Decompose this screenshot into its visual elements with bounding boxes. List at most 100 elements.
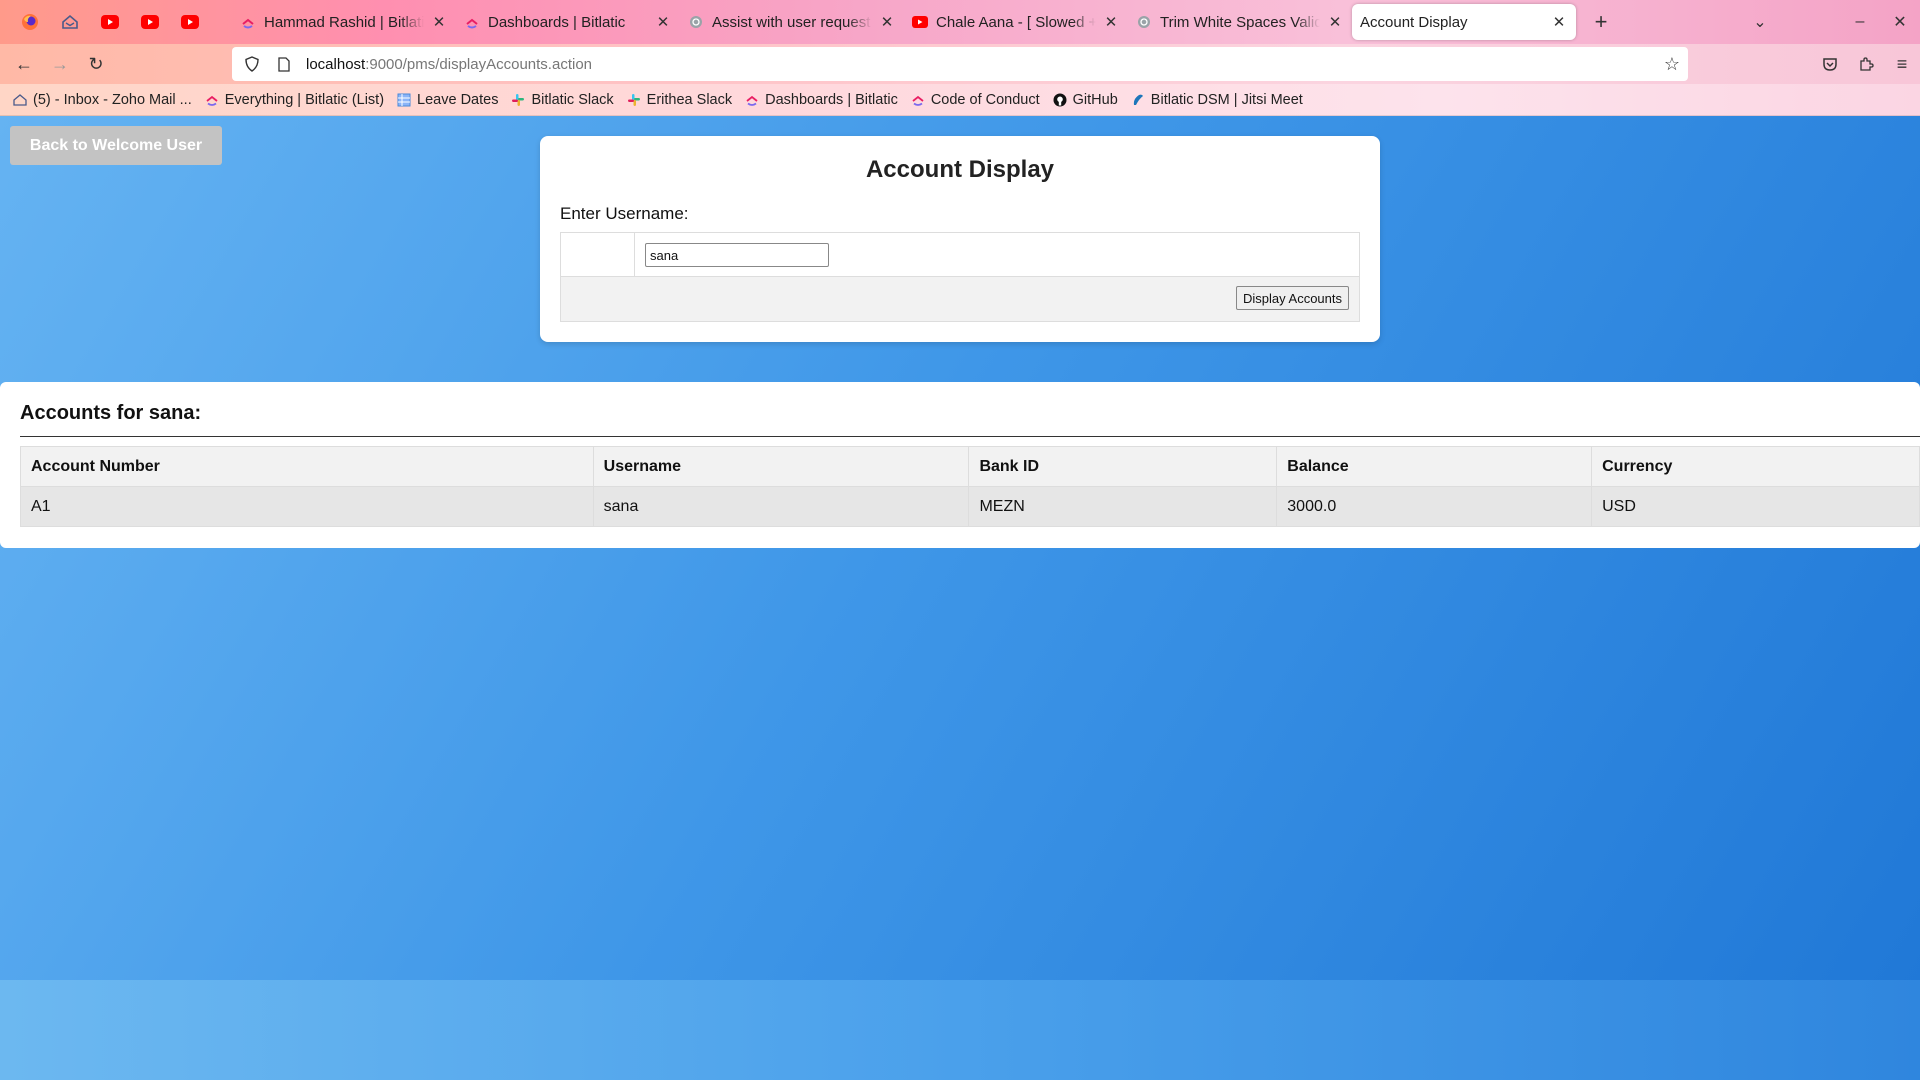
cell-bank-id: MEZN	[968, 486, 1278, 527]
tab-assist-with-user-request[interactable]: Assist with user request ✕	[680, 4, 904, 40]
form-submit-row: Display Accounts	[561, 277, 1359, 321]
column-header-currency: Currency	[1591, 446, 1920, 487]
bookmark-star-icon[interactable]: ☆	[1664, 54, 1680, 75]
close-icon[interactable]: ✕	[654, 13, 672, 31]
column-header-balance: Balance	[1276, 446, 1593, 487]
extensions-puzzle-icon[interactable]	[1848, 46, 1884, 82]
firefox-icon[interactable]	[10, 0, 50, 44]
bookmarks-bar: (5) - Inbox - Zoho Mail ... Everything |…	[0, 84, 1920, 116]
cell-currency: USD	[1591, 486, 1920, 527]
youtube-icon[interactable]	[90, 0, 130, 44]
github-icon	[1052, 92, 1068, 108]
chatgpt-icon	[1136, 14, 1152, 30]
youtube-icon[interactable]	[130, 0, 170, 44]
cell-account-number: A1	[20, 486, 594, 527]
page-info-icon[interactable]	[272, 56, 296, 72]
close-icon[interactable]: ✕	[1550, 13, 1568, 31]
results-heading: Accounts for sana:	[20, 402, 202, 424]
bookmark-erithea-slack[interactable]: Erithea Slack	[626, 92, 732, 108]
accounts-results-panel: Accounts for sana: Account Number Userna…	[0, 382, 1920, 548]
table-header-row: Account Number Username Bank ID Balance …	[20, 446, 1920, 487]
tab-label: Hammad Rashid | Bitlatic	[264, 13, 424, 31]
close-icon[interactable]: ✕	[1102, 13, 1120, 31]
tab-account-display[interactable]: Account Display ✕	[1352, 4, 1576, 40]
toolbar-right: ≡	[1812, 44, 1920, 84]
heading-divider	[20, 436, 1920, 437]
bookmark-label: GitHub	[1072, 91, 1118, 108]
page-content: Back to Welcome User Account Display Ent…	[0, 116, 1920, 1080]
menu-hamburger-icon[interactable]: ≡	[1884, 46, 1920, 82]
cell-username: sana	[592, 486, 970, 527]
slack-icon	[626, 92, 642, 108]
bookmark-leave-dates[interactable]: Leave Dates	[396, 92, 498, 108]
tab-label: Trim White Spaces Valida	[1160, 13, 1320, 31]
username-input[interactable]	[645, 243, 829, 267]
bookmark-label: Leave Dates	[417, 91, 499, 108]
tab-trim-white-spaces[interactable]: Trim White Spaces Valida ✕	[1128, 4, 1352, 40]
tab-list-chevron-down-icon[interactable]: ⌄	[1740, 0, 1780, 44]
account-display-card: Account Display Enter Username: Display …	[540, 136, 1380, 342]
new-tab-plus-icon[interactable]: +	[1584, 5, 1618, 39]
back-to-welcome-button[interactable]: Back to Welcome User	[10, 126, 222, 165]
tab-label: Dashboards | Bitlatic	[488, 13, 626, 31]
bookmark-label: Everything | Bitlatic (List)	[224, 91, 385, 108]
minimize-icon[interactable]: –	[1840, 0, 1880, 44]
url-host: localhost	[306, 55, 366, 73]
bookmark-label: Dashboards | Bitlatic	[765, 91, 898, 108]
close-icon[interactable]: ✕	[1326, 13, 1344, 31]
youtube-icon	[912, 14, 928, 30]
close-icon[interactable]: ✕	[430, 13, 448, 31]
tab-label: Chale Aana - [ Slowed + R	[936, 13, 1096, 31]
bookmark-github[interactable]: GitHub	[1052, 92, 1118, 108]
clickup-icon	[910, 92, 926, 108]
clickup-icon	[744, 92, 760, 108]
bookmark-everything-bitlatic[interactable]: Everything | Bitlatic (List)	[204, 92, 384, 108]
url-bar[interactable]: localhost:9000/pms/displayAccounts.actio…	[232, 47, 1688, 81]
close-icon[interactable]: ✕	[878, 13, 896, 31]
slack-icon	[510, 92, 526, 108]
tab-hammad-rashid[interactable]: Hammad Rashid | Bitlatic ✕	[232, 4, 456, 40]
bookmark-jitsi-meet[interactable]: Bitlatic DSM | Jitsi Meet	[1130, 92, 1303, 108]
bookmark-dashboards-bitlatic[interactable]: Dashboards | Bitlatic	[744, 92, 898, 108]
tab-strip: Hammad Rashid | Bitlatic ✕ Dashboards | …	[232, 4, 1618, 40]
bookmark-zoho-inbox[interactable]: (5) - Inbox - Zoho Mail ...	[12, 92, 192, 108]
youtube-icon[interactable]	[170, 0, 210, 44]
bookmark-label: Bitlatic Slack	[531, 91, 614, 108]
navigation-bar: ← → ↻ localhost:9000/pms/displayAccounts…	[0, 44, 1920, 84]
accounts-table: Account Number Username Bank ID Balance …	[20, 446, 1920, 527]
page-title: Account Display	[865, 156, 1055, 183]
display-accounts-button[interactable]: Display Accounts	[1236, 286, 1349, 310]
bookmark-label: Erithea Slack	[646, 91, 733, 108]
zoho-mail-icon	[12, 92, 28, 108]
zoho-mail-icon[interactable]	[50, 0, 90, 44]
page-bottom-band	[0, 980, 1920, 1080]
tab-label: Assist with user request	[712, 13, 871, 31]
column-header-bank-id: Bank ID	[968, 446, 1278, 487]
url-path: :9000/pms/displayAccounts.action	[365, 55, 592, 73]
username-form: Display Accounts	[560, 232, 1360, 322]
clickup-icon	[240, 14, 256, 30]
shield-icon[interactable]	[240, 56, 264, 72]
tab-chale-aana[interactable]: Chale Aana - [ Slowed + R ✕	[904, 4, 1128, 40]
bookmark-label: Code of Conduct	[930, 91, 1040, 108]
pinned-tabs	[0, 0, 210, 44]
form-input-row	[561, 233, 1359, 277]
bookmark-label: Bitlatic DSM | Jitsi Meet	[1150, 91, 1303, 108]
clickup-icon	[204, 92, 220, 108]
reload-icon[interactable]: ↻	[78, 46, 114, 82]
forward-arrow-icon[interactable]: →	[42, 46, 78, 82]
close-window-icon[interactable]: ✕	[1880, 0, 1920, 44]
bookmark-bitlatic-slack[interactable]: Bitlatic Slack	[510, 91, 614, 108]
column-header-username: Username	[592, 446, 970, 487]
tab-dashboards[interactable]: Dashboards | Bitlatic ✕	[456, 4, 680, 40]
cell-divider	[634, 233, 635, 277]
bookmark-code-of-conduct[interactable]: Code of Conduct	[910, 92, 1040, 108]
username-label: Enter Username:	[560, 204, 689, 223]
window-controls: ⌄ – ✕	[1740, 0, 1920, 44]
pocket-icon[interactable]	[1812, 46, 1848, 82]
tab-bar: Hammad Rashid | Bitlatic ✕ Dashboards | …	[0, 0, 1920, 44]
jitsi-icon	[1130, 92, 1146, 108]
tab-label: Account Display	[1360, 13, 1468, 31]
back-arrow-icon[interactable]: ←	[6, 46, 42, 82]
